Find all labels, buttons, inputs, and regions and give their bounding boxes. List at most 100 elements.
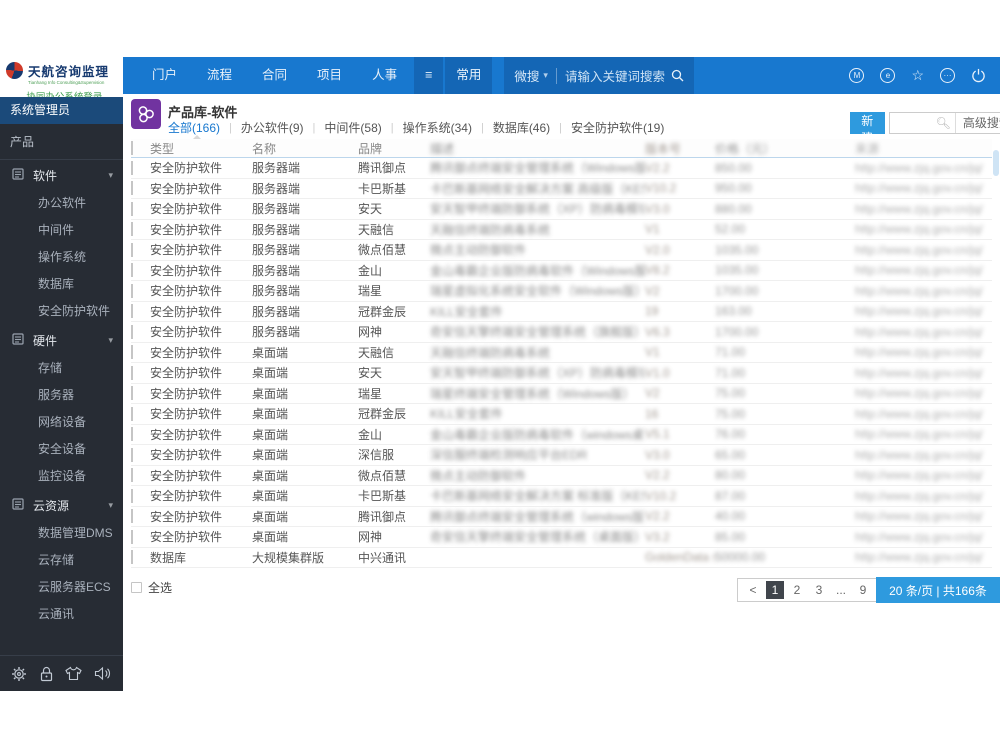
row-checkbox[interactable]: [131, 345, 133, 360]
tab-0[interactable]: 全部(166): [168, 119, 220, 136]
theme-shirt-icon[interactable]: [65, 666, 82, 681]
tab-1[interactable]: 办公软件(9): [241, 119, 304, 136]
table-row[interactable]: 安全防护软件 桌面端 冠群金辰 KILL安全套件 16 75.00 http://www.z…: [131, 404, 992, 425]
nav-item[interactable]: 门户: [137, 57, 192, 94]
row-checkbox[interactable]: [131, 365, 133, 380]
row-checkbox[interactable]: [131, 263, 133, 278]
tab-5[interactable]: 安全防护软件(19): [571, 119, 664, 136]
settings-gear-icon[interactable]: [11, 666, 27, 682]
table-row[interactable]: 数据库 大规模集群版 中兴通讯 GoldenData s...50000.00 http…: [131, 548, 992, 568]
sidebar-item[interactable]: 网络设备: [0, 409, 123, 436]
per-page-button[interactable]: 20 条/页 | 共166条: [876, 577, 1000, 603]
menu-grid-button[interactable]: ≡: [414, 57, 444, 94]
page-number-button[interactable]: 3: [810, 581, 828, 599]
table-row[interactable]: 安全防护软件 服务器端 腾讯御点 腾讯御点终端安全管理系统（Windows版） V2.2…: [131, 158, 992, 179]
row-checkbox[interactable]: [131, 509, 133, 524]
table-row[interactable]: 安全防护软件 服务器端 冠群金辰 KILL安全套件 19 163.00 http://www…: [131, 302, 992, 322]
advanced-search-button[interactable]: 高级搜索: [954, 113, 1000, 133]
sidebar-section-0[interactable]: 软件 ▾: [0, 160, 123, 190]
table-row[interactable]: 安全防护软件 服务器端 金山 金山毒霸企业版防病毒软件（Windows服务器版）V8.…: [131, 261, 992, 281]
sidebar-item[interactable]: 安全设备: [0, 436, 123, 463]
more-icon[interactable]: ···: [940, 68, 955, 83]
table-cell: 天融信: [358, 222, 395, 237]
select-all-checkbox[interactable]: [131, 582, 142, 593]
power-icon[interactable]: [971, 68, 986, 83]
tab-4[interactable]: 数据库(46): [493, 119, 550, 136]
table-row[interactable]: 安全防护软件 桌面端 安天 安天智甲终端防御系统（XP）防病毒模块 V1.0 71.00 h…: [131, 363, 992, 384]
tab-separator: |: [480, 121, 484, 134]
tab-3[interactable]: 操作系统(34): [403, 119, 472, 136]
sidebar-item[interactable]: 监控设备: [0, 463, 123, 490]
row-checkbox[interactable]: [131, 181, 133, 196]
table-row[interactable]: 安全防护软件 桌面端 金山 金山毒霸企业版防病毒软件（windows桌面版）V5.1 7…: [131, 425, 992, 445]
table-row[interactable]: 安全防护软件 服务器端 卡巴斯基 卡巴斯基网络安全解决方案 高级版（KES 安全...…: [131, 179, 992, 199]
table-row[interactable]: 安全防护软件 服务器端 网神 奇安信天擎终端安全管理系统（旗舰版） V6.3 1700.0…: [131, 322, 992, 343]
sidebar-item[interactable]: 操作系统: [0, 244, 123, 271]
table-row[interactable]: 安全防护软件 桌面端 腾讯御点 腾讯御点终端安全管理系统（windows版）V2.2V…: [131, 507, 992, 527]
table-row[interactable]: 安全防护软件 服务器端 瑞星 瑞星虚拟化系统安全软件（Windows版）防病毒V2 17…: [131, 281, 992, 302]
sidebar-item[interactable]: 云服务器ECS: [0, 574, 123, 601]
row-checkbox[interactable]: [131, 222, 133, 237]
header-checkbox[interactable]: [131, 141, 133, 155]
nav-item[interactable]: 项目: [302, 57, 357, 94]
table-row[interactable]: 安全防护软件 桌面端 深信服 深信服终端检测响应平台EDR V3.0 65.00 http:…: [131, 445, 992, 466]
row-checkbox[interactable]: [131, 488, 133, 503]
search-icon[interactable]: [671, 69, 684, 82]
table-row[interactable]: 安全防护软件 服务器端 安天 安天智甲终端防御系统（XP）防病毒模块 V3.0 880.0…: [131, 199, 992, 220]
row-checkbox[interactable]: [131, 242, 133, 257]
row-checkbox[interactable]: [131, 386, 133, 401]
sidebar-item[interactable]: 服务器: [0, 382, 123, 409]
scrollbar-thumb[interactable]: [993, 150, 999, 176]
nav-item[interactable]: 人事: [357, 57, 412, 94]
row-checkbox[interactable]: [131, 468, 133, 483]
table-row[interactable]: 安全防护软件 桌面端 卡巴斯基 卡巴斯基网络安全解决方案 标准版（KES）- KS..…: [131, 486, 992, 507]
page-prev-button[interactable]: <: [744, 581, 762, 599]
row-checkbox[interactable]: [131, 406, 133, 421]
sidebar-item[interactable]: 云通讯: [0, 601, 123, 628]
sidebar-item[interactable]: 数据管理DMS: [0, 520, 123, 547]
row-checkbox[interactable]: [131, 324, 133, 339]
table-row[interactable]: 安全防护软件 桌面端 微点佰慧 微点主动防御软件 V2.2 80.00 http://www…: [131, 466, 992, 486]
sound-speaker-icon[interactable]: [94, 666, 112, 681]
row-checkbox[interactable]: [131, 160, 133, 175]
table-search-input[interactable]: [889, 114, 932, 132]
sidebar-section-2[interactable]: 云资源 ▾: [0, 490, 123, 520]
search-icon[interactable]: 🔍︎: [932, 116, 955, 130]
nav-item[interactable]: 合同: [247, 57, 302, 94]
sidebar-item[interactable]: 办公软件: [0, 190, 123, 217]
sidebar-item[interactable]: 安全防护软件: [0, 298, 123, 325]
sidebar-section-1[interactable]: 硬件 ▾: [0, 325, 123, 355]
sidebar-item[interactable]: 云存储: [0, 547, 123, 574]
table-row[interactable]: 安全防护软件 服务器端 天融信 天融信终端防病毒系统 V1 52.00 http://www…: [131, 220, 992, 240]
page-number-button[interactable]: 9: [854, 581, 872, 599]
global-search[interactable]: 微搜 ▾ 请输入关键词搜索: [504, 57, 694, 94]
row-checkbox[interactable]: [131, 201, 133, 216]
search-placeholder[interactable]: 请输入关键词搜索: [565, 66, 665, 85]
row-checkbox[interactable]: [131, 447, 133, 462]
sidebar-item[interactable]: 存储: [0, 355, 123, 382]
row-checkbox[interactable]: [131, 529, 133, 544]
row-checkbox[interactable]: [131, 283, 133, 298]
row-checkbox[interactable]: [131, 304, 133, 319]
page-number-button[interactable]: ...: [832, 581, 850, 599]
tab-pinned[interactable]: 常用: [445, 57, 493, 94]
row-checkbox[interactable]: [131, 427, 133, 442]
nav-item[interactable]: 流程: [192, 57, 247, 94]
tab-2[interactable]: 中间件(58): [324, 119, 381, 136]
row-checkbox[interactable]: [131, 550, 133, 565]
page-number-button[interactable]: 1: [766, 581, 784, 599]
email-icon[interactable]: e: [880, 68, 896, 83]
message-icon[interactable]: M: [849, 68, 865, 83]
page-number-button[interactable]: 2: [788, 581, 806, 599]
favorites-icon[interactable]: ☆: [911, 68, 924, 83]
table-row[interactable]: 安全防护软件 桌面端 网神 奇安信天擎终端安全管理系统（桌面版） V3.2 85.00 ht…: [131, 527, 992, 548]
lock-icon[interactable]: [39, 666, 54, 682]
sidebar-module-product[interactable]: 产品: [0, 124, 123, 160]
search-scope-label[interactable]: 微搜: [514, 66, 539, 85]
table-row[interactable]: 安全防护软件 服务器端 微点佰慧 微点主动防御软件 V2.0 1035.00 http://…: [131, 240, 992, 261]
table-row[interactable]: 安全防护软件 桌面端 天融信 天融信终端防病毒系统 V1 71.00 http://www.…: [131, 343, 992, 363]
new-button[interactable]: 新建: [850, 112, 885, 145]
sidebar-item[interactable]: 数据库: [0, 271, 123, 298]
sidebar-item[interactable]: 中间件: [0, 217, 123, 244]
table-row[interactable]: 安全防护软件 桌面端 瑞星 瑞星终端安全管理系统（Windows版） V2 75.00 ht…: [131, 384, 992, 404]
